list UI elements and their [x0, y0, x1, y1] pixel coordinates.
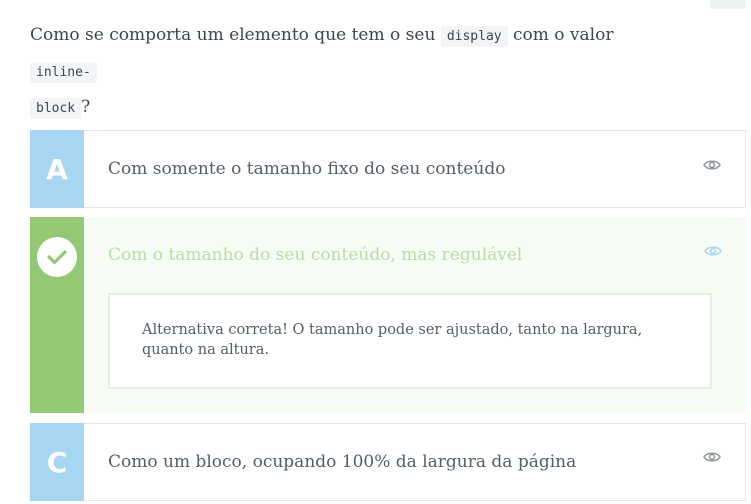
alternative-correct-bar [30, 217, 84, 413]
question-text-after: ? [81, 97, 91, 117]
code-inline-block-part2: block [30, 98, 82, 119]
alternative-letter-box: A [30, 130, 84, 208]
question-text-middle: com o valor [507, 25, 614, 45]
question-text: Como se comporta um elemento que tem o s… [30, 18, 670, 126]
alternative-c[interactable]: C Como um bloco, ocupando 100% da largur… [30, 423, 746, 501]
alternative-letter-box: C [30, 423, 84, 501]
alternative-a[interactable]: A Com somente o tamanho fixo do seu cont… [30, 130, 746, 208]
code-display: display [440, 26, 508, 47]
check-circle [37, 237, 77, 277]
eye-icon[interactable] [704, 245, 722, 257]
feedback-box: Alternativa correta! O tamanho pode ser … [108, 293, 712, 389]
alternative-letter: C [46, 445, 68, 479]
corner-chip [710, 0, 746, 9]
eye-icon[interactable] [703, 451, 721, 463]
alternative-text: Com o tamanho do seu conteúdo, mas regul… [108, 245, 523, 265]
alternative-text: Como um bloco, ocupando 100% da largura … [108, 452, 577, 472]
check-icon [47, 250, 67, 265]
alternative-b[interactable]: Com o tamanho do seu conteúdo, mas regul… [30, 217, 746, 413]
question-text-before: Como se comporta um elemento que tem o s… [30, 25, 441, 45]
code-inline-block-part1: inline- [30, 62, 97, 83]
alternative-letter: A [46, 152, 68, 186]
alternative-text: Com somente o tamanho fixo do seu conteú… [108, 159, 506, 179]
eye-icon[interactable] [703, 159, 721, 171]
